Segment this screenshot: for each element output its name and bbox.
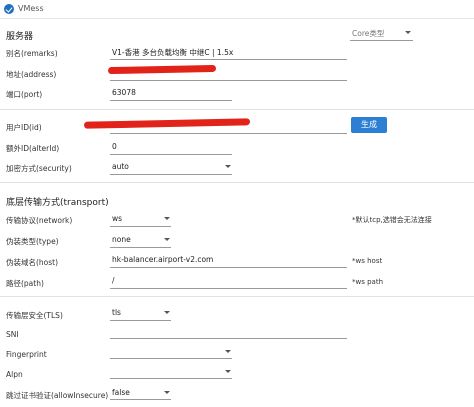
core-type-chevron-down-icon[interactable] bbox=[405, 31, 411, 34]
security-underline bbox=[110, 174, 232, 175]
sni-label: SNI bbox=[6, 330, 19, 339]
core-type-underline bbox=[350, 40, 413, 41]
port-input[interactable]: 63078 bbox=[112, 88, 136, 97]
allow-insecure-chevron-down-icon[interactable] bbox=[164, 391, 170, 394]
tls-select[interactable]: tls bbox=[112, 308, 121, 317]
network-note: *默认tcp,选错会无法连接 bbox=[352, 216, 432, 224]
tls-chevron-down-icon[interactable] bbox=[164, 311, 170, 314]
host-label: 伪装域名(host) bbox=[6, 258, 59, 267]
user-id-underline bbox=[110, 133, 347, 134]
port-underline bbox=[110, 100, 232, 101]
address-underline bbox=[110, 80, 347, 81]
network-label: 传输协议(network) bbox=[6, 216, 73, 225]
user-id-label: 用户ID(id) bbox=[6, 123, 42, 132]
remarks-label: 别名(remarks) bbox=[6, 49, 58, 58]
port-label: 端口(port) bbox=[6, 90, 43, 99]
path-underline bbox=[110, 288, 347, 289]
divider-2 bbox=[0, 182, 474, 183]
fingerprint-label: Fingerprint bbox=[6, 350, 47, 359]
transport-section-title: 底层传输方式(transport) bbox=[6, 198, 109, 208]
address-label: 地址(address) bbox=[6, 70, 57, 79]
remarks-input[interactable]: V1-香港 多台负载均衡 中继C | 1.5x bbox=[112, 47, 233, 58]
host-input[interactable]: hk-balancer.airport-v2.com bbox=[112, 255, 213, 264]
type-underline bbox=[110, 247, 171, 248]
fingerprint-underline bbox=[110, 358, 232, 359]
security-label: 加密方式(security) bbox=[6, 164, 72, 173]
type-select[interactable]: none bbox=[112, 235, 131, 244]
alpn-label: Alpn bbox=[6, 370, 23, 379]
vmess-app-icon bbox=[4, 4, 14, 14]
window-title: VMess bbox=[18, 4, 44, 13]
alpn-chevron-down-icon[interactable] bbox=[225, 370, 231, 373]
tls-label: 传输层安全(TLS) bbox=[6, 311, 63, 320]
remarks-underline bbox=[110, 59, 347, 60]
path-note: *ws path bbox=[352, 278, 384, 286]
alpn-underline bbox=[110, 378, 232, 379]
alter-id-input[interactable]: 0 bbox=[112, 142, 117, 151]
allow-insecure-select[interactable]: false bbox=[112, 388, 130, 397]
tls-underline bbox=[110, 320, 171, 321]
divider-1 bbox=[0, 109, 474, 110]
network-chevron-down-icon[interactable] bbox=[164, 217, 170, 220]
sni-input[interactable] bbox=[110, 326, 347, 338]
fingerprint-chevron-down-icon[interactable] bbox=[225, 350, 231, 353]
path-input[interactable]: / bbox=[112, 276, 115, 285]
sni-underline bbox=[110, 338, 347, 339]
alpn-select[interactable] bbox=[110, 366, 232, 378]
network-underline bbox=[110, 226, 171, 227]
network-select[interactable]: ws bbox=[112, 214, 122, 223]
core-type-select[interactable]: Core类型 bbox=[352, 28, 384, 39]
generate-button[interactable]: 生成 bbox=[351, 117, 387, 133]
server-section-title: 服务器 bbox=[6, 32, 34, 42]
path-label: 路径(path) bbox=[6, 279, 44, 288]
allow-insecure-label: 跳过证书验证(allowInsecure) bbox=[6, 391, 109, 400]
divider-3 bbox=[0, 296, 474, 297]
fingerprint-select[interactable] bbox=[110, 346, 232, 358]
security-chevron-down-icon[interactable] bbox=[225, 165, 231, 168]
title-bar: VMess bbox=[0, 0, 474, 19]
allow-insecure-underline bbox=[110, 399, 171, 400]
alter-id-label: 额外ID(alterId) bbox=[6, 144, 60, 153]
type-label: 伪装类型(type) bbox=[6, 237, 59, 246]
type-chevron-down-icon[interactable] bbox=[164, 238, 170, 241]
host-note: *ws host bbox=[352, 257, 383, 265]
alter-id-underline bbox=[110, 154, 232, 155]
host-underline bbox=[110, 267, 347, 268]
security-select[interactable]: auto bbox=[112, 162, 129, 171]
